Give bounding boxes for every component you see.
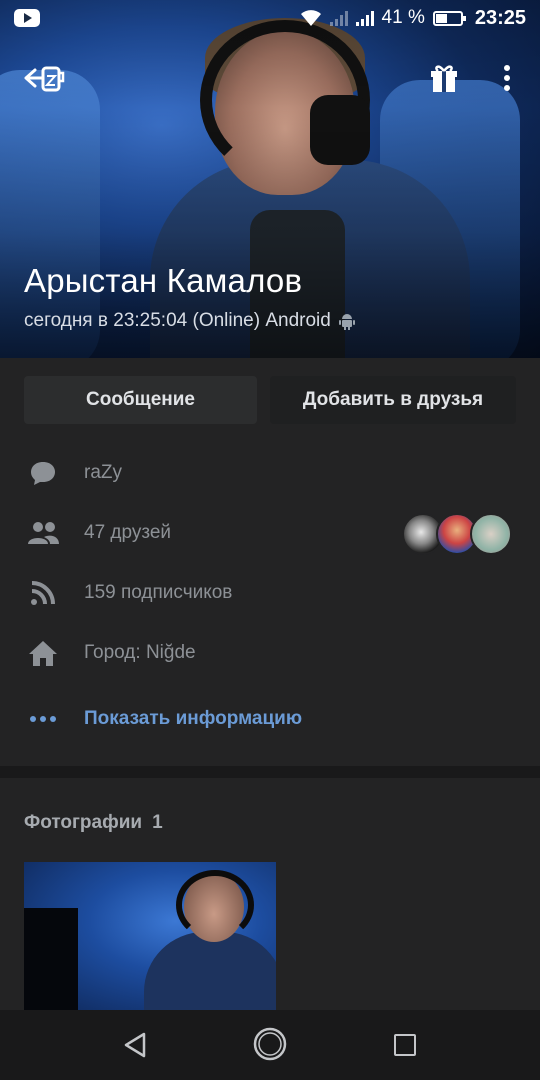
- signal-sim2-icon: [355, 10, 374, 26]
- photos-count: 1: [152, 812, 163, 833]
- city-text: Город: Niğde: [84, 642, 196, 663]
- more-options-icon[interactable]: [492, 60, 522, 96]
- friend-avatar[interactable]: [470, 513, 512, 555]
- friends-avatars[interactable]: [402, 513, 512, 555]
- status-text: raZy: [84, 462, 122, 483]
- gift-icon[interactable]: [426, 60, 462, 96]
- add-friend-button[interactable]: Добавить в друзья: [270, 376, 516, 424]
- cover-gradient: [0, 0, 540, 358]
- wifi-icon: [300, 10, 321, 26]
- cover-toolbar: [0, 56, 540, 100]
- nav-home-icon[interactable]: [252, 1026, 288, 1062]
- last-seen: сегодня в 23:25:04 (Online) Android: [24, 310, 355, 332]
- profile-info: raZy 47 друзей 159 подписчиков Город: Ni…: [0, 448, 540, 766]
- show-info-row[interactable]: Показать информацию: [0, 699, 540, 739]
- friends-icon: [26, 516, 60, 550]
- nav-back-icon[interactable]: [118, 1028, 152, 1062]
- last-seen-text: сегодня в 23:25:04 (Online) Android: [24, 310, 331, 331]
- photos-title: Фотографии: [24, 812, 143, 833]
- battery-icon: [432, 10, 466, 26]
- home-icon: [26, 636, 60, 670]
- info-status-row: raZy: [0, 453, 540, 493]
- android-icon: [338, 314, 355, 330]
- profile-name: Арыстан Камалов: [24, 262, 303, 299]
- nav-recents-icon[interactable]: [394, 1034, 416, 1056]
- signal-sim1-icon: [329, 10, 348, 26]
- battery-percent: 41 %: [381, 7, 425, 28]
- show-info-link[interactable]: Показать информацию: [84, 708, 302, 730]
- friends-count: 47 друзей: [84, 522, 172, 543]
- photos-section: Фотографии 1: [0, 778, 540, 1010]
- more-dots-icon: [26, 702, 60, 736]
- section-divider: [0, 766, 540, 778]
- thumb-monitor: [24, 908, 78, 1010]
- message-button[interactable]: Сообщение: [24, 376, 257, 424]
- followers-count: 159 подписчиков: [84, 582, 233, 603]
- profile-cover[interactable]: [0, 0, 540, 358]
- back-icon[interactable]: [22, 60, 66, 96]
- youtube-icon: [14, 9, 40, 27]
- profile-actions: Сообщение Добавить в друзья: [0, 358, 540, 448]
- thumb-headset: [176, 870, 254, 940]
- status-clock: 23:25: [474, 6, 526, 29]
- thumb-person-body: [144, 932, 276, 1010]
- info-followers-row[interactable]: 159 подписчиков: [0, 573, 540, 613]
- photo-thumbnail[interactable]: [24, 862, 276, 1010]
- status-bar: 41 % 23:25: [0, 0, 540, 36]
- info-friends-row[interactable]: 47 друзей: [0, 513, 540, 555]
- rss-icon: [26, 576, 60, 610]
- info-city-row: Город: Niğde: [0, 633, 540, 673]
- chat-bubble-icon: [26, 456, 60, 490]
- photos-header[interactable]: Фотографии 1: [24, 812, 163, 834]
- system-nav-bar: [0, 1010, 540, 1080]
